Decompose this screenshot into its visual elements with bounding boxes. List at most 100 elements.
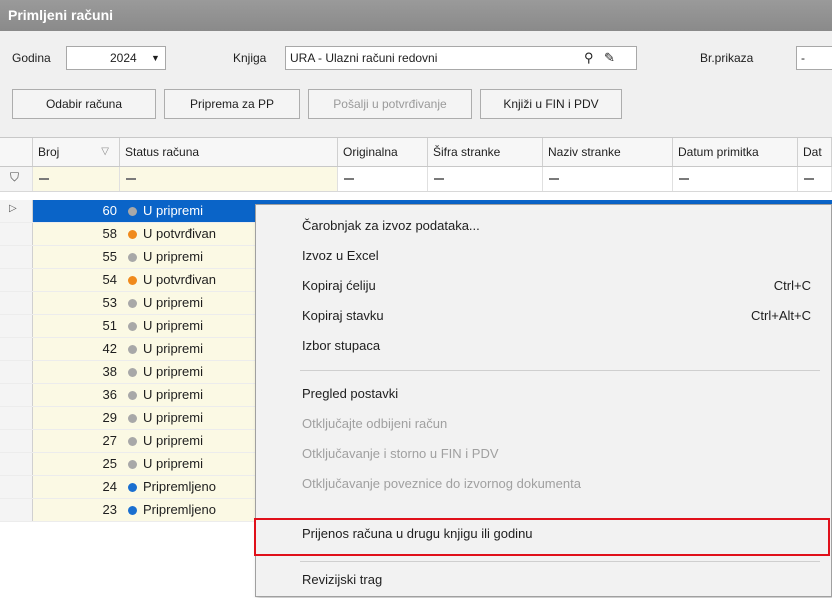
- cell-status-label: U pripremi: [143, 203, 203, 218]
- cell-status[interactable]: U pripremi: [120, 292, 255, 314]
- cell-status-label: U pripremi: [143, 318, 203, 333]
- cell-broj[interactable]: 54: [33, 269, 120, 291]
- edit-icon[interactable]: ✎: [604, 47, 615, 69]
- cell-status[interactable]: Pripremljeno: [120, 499, 255, 521]
- col-status[interactable]: Status računa: [120, 138, 338, 166]
- cell-status[interactable]: U pripremi: [120, 361, 255, 383]
- header-indicator: [0, 138, 33, 166]
- status-dot-icon: [128, 368, 137, 377]
- row-indicator: [0, 269, 33, 291]
- menu-copy-cell-shortcut: Ctrl+C: [773, 278, 811, 293]
- cell-broj[interactable]: 55: [33, 246, 120, 268]
- cell-status-label: U pripremi: [143, 364, 203, 379]
- col-dat[interactable]: Dat: [798, 138, 832, 166]
- menu-audit[interactable]: Revizijski trag: [256, 565, 831, 595]
- highlight-box: [254, 518, 830, 556]
- cell-status[interactable]: U pripremi: [120, 453, 255, 475]
- cell-broj[interactable]: 29: [33, 407, 120, 429]
- row-indicator: [0, 315, 33, 337]
- year-select[interactable]: 2024 ▼: [66, 46, 166, 70]
- row-indicator: [0, 499, 33, 521]
- cell-status[interactable]: U pripremi: [120, 338, 255, 360]
- cell-status[interactable]: U pripremi: [120, 384, 255, 406]
- row-indicator: [0, 361, 33, 383]
- col-originalna[interactable]: Originalna: [338, 138, 428, 166]
- chevron-down-icon: ▼: [151, 53, 160, 63]
- col-naziv-stranke[interactable]: Naziv stranke: [543, 138, 673, 166]
- cell-status[interactable]: U pripremi: [120, 315, 255, 337]
- status-dot-icon: [128, 414, 137, 423]
- cell-status[interactable]: U pripremi: [120, 407, 255, 429]
- cell-status-label: U pripremi: [143, 456, 203, 471]
- year-label: Godina: [12, 51, 51, 65]
- cell-status-label: U pripremi: [143, 249, 203, 264]
- menu-copy-item-label: Kopiraj stavku: [302, 308, 384, 323]
- select-invoice-button[interactable]: Odabir računa: [12, 89, 156, 119]
- cell-broj[interactable]: 51: [33, 315, 120, 337]
- row-indicator: [0, 338, 33, 360]
- menu-copy-cell-label: Kopiraj ćeliju: [302, 278, 376, 293]
- cell-status[interactable]: U pripremi: [120, 430, 255, 452]
- row-indicator: [0, 223, 33, 245]
- search-icon[interactable]: ⚲: [584, 47, 594, 69]
- cell-broj[interactable]: 53: [33, 292, 120, 314]
- filter-status[interactable]: [120, 167, 338, 191]
- filter-originalna[interactable]: [338, 167, 428, 191]
- current-row-icon: ▷: [9, 203, 17, 214]
- cell-broj[interactable]: 27: [33, 430, 120, 452]
- cell-broj[interactable]: 25: [33, 453, 120, 475]
- col-sifra-stranke[interactable]: Šifra stranke: [428, 138, 543, 166]
- count-field[interactable]: -: [796, 46, 832, 70]
- col-broj-label: Broj: [38, 145, 60, 159]
- count-label: Br.prikaza: [700, 51, 754, 65]
- filter-icon-cell[interactable]: ⛉: [0, 167, 33, 191]
- menu-export-excel[interactable]: Izvoz u Excel: [256, 241, 831, 271]
- menu-export-wizard[interactable]: Čarobnjak za izvoz podataka...: [256, 211, 831, 241]
- post-fin-button[interactable]: Knjiži u FIN i PDV: [480, 89, 622, 119]
- cell-broj[interactable]: 60: [33, 200, 120, 222]
- cell-broj[interactable]: 58: [33, 223, 120, 245]
- status-dot-icon: [128, 299, 137, 308]
- filter-datum[interactable]: [673, 167, 798, 191]
- cell-status[interactable]: U pripremi: [120, 246, 255, 268]
- prepare-pp-button[interactable]: Priprema za PP: [164, 89, 300, 119]
- row-indicator: [0, 246, 33, 268]
- menu-copy-cell[interactable]: Kopiraj ćeliju Ctrl+C: [256, 271, 831, 301]
- row-indicator: [0, 292, 33, 314]
- menu-unlock-storno[interactable]: Otključavanje i storno u FIN i PDV: [256, 439, 831, 469]
- send-confirm-button[interactable]: Pošalji u potvrđivanje: [308, 89, 472, 119]
- sort-icon: ▽: [101, 146, 109, 157]
- menu-view-settings[interactable]: Pregled postavki: [256, 379, 831, 409]
- filter-row-grid: ⛉: [0, 167, 832, 192]
- cell-broj[interactable]: 23: [33, 499, 120, 521]
- menu-columns[interactable]: Izbor stupaca: [256, 331, 831, 361]
- cell-status[interactable]: U potvrđivan: [120, 269, 255, 291]
- grid-header: Broj ▽ Status računa Originalna Šifra st…: [0, 138, 832, 167]
- menu-copy-item-shortcut: Ctrl+Alt+C: [751, 308, 811, 323]
- filter-broj[interactable]: [33, 167, 120, 191]
- cell-status[interactable]: U pripremi: [120, 200, 255, 222]
- cell-status[interactable]: Pripremljeno: [120, 476, 255, 498]
- cell-status[interactable]: U potvrđivan: [120, 223, 255, 245]
- cell-broj[interactable]: 38: [33, 361, 120, 383]
- cell-broj[interactable]: 36: [33, 384, 120, 406]
- cell-status-label: U pripremi: [143, 387, 203, 402]
- filter-sifra[interactable]: [428, 167, 543, 191]
- status-dot-icon: [128, 483, 137, 492]
- cell-broj[interactable]: 24: [33, 476, 120, 498]
- menu-separator-2: [300, 561, 820, 562]
- filter-dat[interactable]: [798, 167, 832, 191]
- cell-status-label: U pripremi: [143, 410, 203, 425]
- menu-separator: [300, 370, 820, 371]
- status-dot-icon: [128, 437, 137, 446]
- row-indicator: [0, 407, 33, 429]
- menu-unlock-link[interactable]: Otključavanje poveznice do izvornog doku…: [256, 469, 831, 499]
- filter-naziv[interactable]: [543, 167, 673, 191]
- book-field[interactable]: URA - Ulazni računi redovni ⚲ ✎: [285, 46, 637, 70]
- col-broj[interactable]: Broj ▽: [33, 138, 120, 166]
- col-datum-primitka[interactable]: Datum primitka: [673, 138, 798, 166]
- menu-copy-item[interactable]: Kopiraj stavku Ctrl+Alt+C: [256, 301, 831, 331]
- cell-broj[interactable]: 42: [33, 338, 120, 360]
- status-dot-icon: [128, 207, 137, 216]
- menu-unlock-rejected[interactable]: Otključajte odbijeni račun: [256, 409, 831, 439]
